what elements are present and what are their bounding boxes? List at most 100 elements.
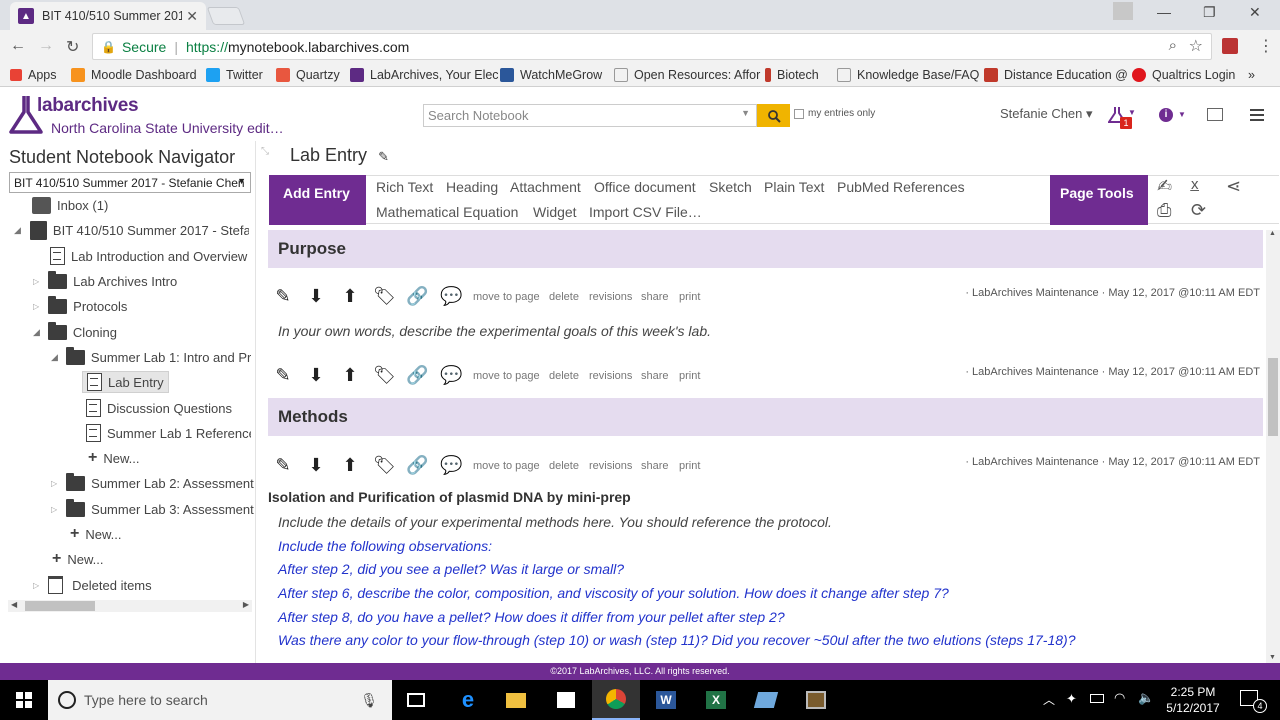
move-down-arrow-icon[interactable]: ⬇ <box>306 286 326 306</box>
checkbox-box[interactable] <box>794 108 804 119</box>
zoom-icon[interactable]: ⌕ <box>1169 37 1177 54</box>
edit-title-pencil-icon[interactable]: ✎ <box>378 149 389 164</box>
chat-icon[interactable] <box>1207 108 1223 121</box>
edit-pencil-icon[interactable]: ✎ <box>273 286 293 306</box>
move-up-arrow-icon[interactable]: ⬆ <box>340 365 360 385</box>
move-up-arrow-icon[interactable]: ⬆ <box>340 455 360 475</box>
tree-item-lab-entry[interactable]: Lab Entry <box>82 371 169 393</box>
forward-icon[interactable]: → <box>38 37 54 55</box>
print-link[interactable]: print <box>679 460 700 472</box>
bookmark-apps[interactable]: Apps <box>10 68 57 82</box>
link-icon[interactable]: 🔗 <box>406 455 428 475</box>
share-icon[interactable]: ⋖ <box>1226 176 1241 197</box>
edit-pencil-icon[interactable]: ✎ <box>273 365 293 385</box>
scrollbar-thumb[interactable] <box>25 601 95 611</box>
share-link[interactable]: share <box>641 370 669 382</box>
bookmark-labarchives[interactable]: LabArchives, Your Elec <box>350 68 499 82</box>
bookmark-twitter[interactable]: Twitter <box>206 68 263 82</box>
search-notebook-input[interactable]: Search Notebook ▼ <box>423 104 757 127</box>
methods-line[interactable]: After step 2, did you see a pellet? Was … <box>278 561 624 577</box>
tree-item-protocols[interactable]: ▷ Protocols <box>33 295 127 317</box>
tree-item-new-page[interactable]: + New... <box>88 447 139 469</box>
share-link[interactable]: share <box>641 460 669 472</box>
back-icon[interactable]: ← <box>10 37 26 55</box>
expand-triangle-icon[interactable]: ▷ <box>33 277 39 286</box>
move-down-arrow-icon[interactable]: ⬇ <box>306 365 326 385</box>
purpose-text[interactable]: In your own words, describe the experime… <box>278 323 711 339</box>
app-logo-text[interactable]: labarchives <box>37 95 139 117</box>
tree-item-new-folder[interactable]: + New... <box>70 523 121 545</box>
address-bar[interactable]: 🔒 Secure | https:// mynotebook.labarchiv… <box>92 33 1212 60</box>
expand-triangle-icon[interactable]: ▷ <box>33 581 39 590</box>
delete-link[interactable]: delete <box>549 291 579 303</box>
edit-pencil-icon[interactable]: ✎ <box>273 455 293 475</box>
restore-window-button[interactable]: ❐ <box>1203 4 1216 21</box>
tree-item-lab-intro-overview[interactable]: Lab Introduction and Overview <box>50 245 247 267</box>
bookmark-biotech[interactable]: Biotech <box>765 68 819 82</box>
bookmark-open-resources[interactable]: Open Resources: Affor <box>614 68 760 82</box>
refresh-icon[interactable]: ⟳ <box>1191 200 1206 221</box>
file-explorer-icon[interactable] <box>492 680 540 720</box>
tree-item-lab-archives-intro[interactable]: ▷ Lab Archives Intro <box>33 270 177 292</box>
volume-icon[interactable]: 🔈 <box>1138 690 1154 706</box>
bookmarks-overflow-icon[interactable]: » <box>1248 68 1255 82</box>
tree-item-cloning[interactable]: ◢ Cloning <box>33 321 117 343</box>
scrollbar-thumb[interactable] <box>1268 358 1278 436</box>
tag-icon[interactable]: 🏷 <box>373 455 396 475</box>
organization-name[interactable]: North Carolina State University edit… <box>51 120 284 136</box>
tree-item-notebook[interactable]: ◢ BIT 410/510 Summer 2017 - Stefanie Che… <box>14 219 249 241</box>
browser-tab-active[interactable]: ▲ BIT 410/510 Summer 2017 ✕ <box>10 2 206 30</box>
tree-item-deleted-items[interactable]: ▷ Deleted items <box>33 574 152 596</box>
add-office-document[interactable]: Office document <box>594 179 696 195</box>
link-icon[interactable]: 🔗 <box>406 286 428 306</box>
expand-triangle-icon[interactable]: ▷ <box>33 302 39 311</box>
signature-icon[interactable]: x̲ <box>1191 176 1199 193</box>
link-icon[interactable]: 🔗 <box>406 365 428 385</box>
tab-close-icon[interactable]: ✕ <box>186 8 198 25</box>
import-csv-file[interactable]: Import CSV File… <box>589 204 702 220</box>
scroll-down-icon[interactable]: ▼ <box>1269 654 1276 661</box>
move-down-arrow-icon[interactable]: ⬇ <box>306 455 326 475</box>
methods-subheading[interactable]: Isolation and Purification of plasmid DN… <box>268 489 631 505</box>
bookmark-star-icon[interactable]: ☆ <box>1189 36 1203 56</box>
collapse-triangle-icon[interactable]: ◢ <box>14 225 21 236</box>
tree-item-summer-lab-3[interactable]: ▷ Summer Lab 3: Assessment <box>51 498 254 520</box>
scroll-up-icon[interactable]: ▲ <box>1269 230 1276 237</box>
move-to-page-link[interactable]: move to page <box>473 460 540 472</box>
edge-browser-icon[interactable]: e <box>444 680 492 720</box>
add-heading[interactable]: Heading <box>446 179 498 195</box>
tag-icon[interactable]: 🏷 <box>373 286 396 306</box>
reload-icon[interactable]: ↻ <box>66 37 79 57</box>
comment-icon[interactable]: 💬 <box>440 286 462 306</box>
delete-link[interactable]: delete <box>549 370 579 382</box>
purpose-heading[interactable]: Purpose <box>268 230 1263 268</box>
sidebar-horizontal-scrollbar[interactable]: ◀ ▶ <box>8 600 252 612</box>
scroll-left-icon[interactable]: ◀ <box>11 600 17 609</box>
app-icon[interactable] <box>742 680 790 720</box>
chrome-menu-icon[interactable]: ⋮ <box>1258 36 1274 56</box>
tree-item-summer-lab-1[interactable]: ◢ Summer Lab 1: Intro and Pre <box>51 346 251 368</box>
search-button[interactable] <box>757 104 790 127</box>
methods-line[interactable]: Include the details of your experimental… <box>278 514 832 530</box>
collapse-sidebar-icon[interactable]: ⤡ <box>261 146 269 157</box>
bookmark-moodle[interactable]: Moodle Dashboard <box>71 68 197 82</box>
methods-line[interactable]: Include the following observations: <box>278 538 492 554</box>
revisions-link[interactable]: revisions <box>589 291 632 303</box>
minimize-window-button[interactable]: — <box>1157 4 1171 20</box>
expand-triangle-icon[interactable]: ▷ <box>51 505 57 514</box>
chrome-icon[interactable] <box>592 680 640 720</box>
battery-icon[interactable] <box>1090 694 1104 703</box>
taskbar-clock[interactable]: 2:25 PM 5/12/2017 <box>1158 684 1228 716</box>
add-rich-text[interactable]: Rich Text <box>376 179 433 195</box>
revisions-link[interactable]: revisions <box>589 370 632 382</box>
user-menu[interactable]: Stefanie Chen ▾ <box>1000 106 1093 122</box>
bookmark-watchmegrow[interactable]: WatchMeGrow <box>500 68 602 82</box>
bookmark-quartzy[interactable]: Quartzy <box>276 68 340 82</box>
hamburger-menu-icon[interactable] <box>1250 109 1264 121</box>
wifi-icon[interactable]: ◠ <box>1114 690 1125 706</box>
task-view-icon[interactable] <box>392 680 440 720</box>
tree-item-inbox[interactable]: Inbox (1) <box>32 194 108 216</box>
show-hidden-icons-icon[interactable]: ︿ <box>1043 691 1055 708</box>
comment-icon[interactable]: 💬 <box>440 365 462 385</box>
print-link[interactable]: print <box>679 291 700 303</box>
